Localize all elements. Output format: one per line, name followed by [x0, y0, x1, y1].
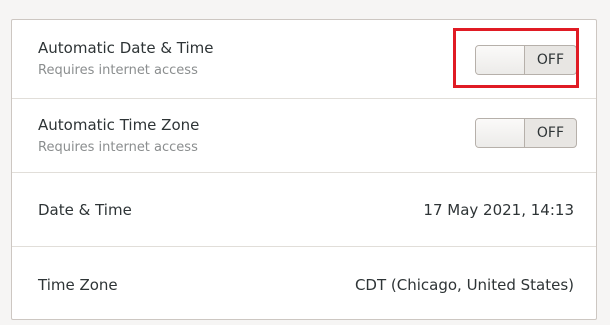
switch-knob — [476, 46, 525, 74]
automatic-time-zone-switch[interactable]: OFF — [475, 118, 577, 148]
date-time-row[interactable]: Date & Time 17 May 2021, 14:13 — [12, 173, 596, 247]
time-zone-value: CDT (Chicago, United States) — [354, 276, 574, 294]
automatic-time-zone-title: Automatic Time Zone — [38, 116, 200, 134]
switch-state-label: OFF — [536, 52, 564, 68]
automatic-date-time-row[interactable]: Automatic Date & Time Requires internet … — [12, 20, 596, 99]
date-time-settings-panel: Automatic Date & Time Requires internet … — [11, 19, 597, 320]
automatic-date-time-title: Automatic Date & Time — [38, 39, 214, 57]
time-zone-row[interactable]: Time Zone CDT (Chicago, United States) — [12, 247, 596, 321]
switch-state-label: OFF — [536, 125, 564, 141]
switch-knob — [476, 119, 525, 147]
date-time-value: 17 May 2021, 14:13 — [423, 201, 574, 219]
time-zone-title: Time Zone — [38, 276, 118, 294]
automatic-time-zone-row[interactable]: Automatic Time Zone Requires internet ac… — [12, 99, 596, 173]
automatic-date-time-subtitle: Requires internet access — [38, 63, 198, 78]
automatic-date-time-switch[interactable]: OFF — [475, 45, 577, 75]
date-time-title: Date & Time — [38, 201, 132, 219]
automatic-time-zone-subtitle: Requires internet access — [38, 140, 198, 155]
